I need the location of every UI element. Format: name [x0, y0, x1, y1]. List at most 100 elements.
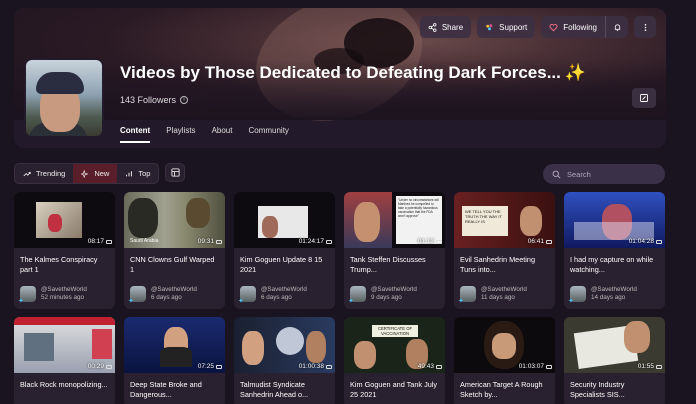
- video-age: 9 days ago: [371, 294, 402, 301]
- sparkle-icon: ✦: [568, 298, 574, 305]
- video-thumbnail[interactable]: 01:00:38: [234, 317, 335, 373]
- sparkle-icon: ✦: [238, 298, 244, 305]
- share-button[interactable]: Share: [419, 16, 472, 38]
- video-thumbnail[interactable]: 01:04:28: [564, 192, 665, 248]
- sort-top-button[interactable]: Top: [117, 164, 158, 183]
- followers-count: 143 Followers i: [120, 95, 189, 105]
- video-card[interactable]: WE TELL YOU THE TRUTH THE WAY IT REALLY …: [454, 192, 555, 309]
- video-card[interactable]: "Under no circumstances will Martinez be…: [344, 192, 445, 309]
- video-card[interactable]: 01:04:28 I had my capture on while watch…: [564, 192, 665, 309]
- trending-icon: [23, 171, 31, 176]
- video-title[interactable]: Black Rock monopolizing...: [20, 380, 110, 390]
- video-card[interactable]: 00:29 Black Rock monopolizing...: [14, 317, 115, 404]
- thumbnail-banner-text: WE TELL YOU THE TRUTH THE WAY IT REALLY …: [462, 206, 508, 236]
- sparkles-icon: ✨: [564, 63, 587, 82]
- video-duration: 00:29: [88, 363, 112, 370]
- video-thumbnail[interactable]: 08:17: [14, 192, 115, 248]
- video-thumbnail[interactable]: 01:55: [564, 317, 665, 373]
- following-group: Following: [541, 16, 628, 38]
- video-author[interactable]: @SavetheWorld: [151, 286, 197, 294]
- video-title[interactable]: The Kalmes Conspiracy part 1: [20, 255, 110, 275]
- video-title[interactable]: Kim Goguen and Tank July 25 2021: [350, 380, 440, 400]
- video-meta: ✦ @SavetheWorld 9 days ago: [348, 286, 417, 305]
- video-title[interactable]: I had my capture on while watching...: [570, 255, 660, 275]
- search-input[interactable]: [567, 169, 657, 179]
- video-age: 11 days ago: [481, 294, 515, 301]
- bell-icon: [614, 23, 620, 31]
- video-card[interactable]: Saudi Arabia 09:31 CNN Clowns Gulf Warpe…: [124, 192, 225, 309]
- more-vertical-icon: [644, 23, 646, 31]
- video-title[interactable]: Evil Sanhedrin Meeting Tuns into...: [460, 255, 550, 275]
- video-card[interactable]: CERTIFICATE OF VACCINATION 49:43 Kim Gog…: [344, 317, 445, 404]
- info-icon[interactable]: i: [180, 96, 189, 104]
- video-author[interactable]: @SavetheWorld: [371, 286, 417, 294]
- sparkle-icon: ✦: [458, 298, 464, 305]
- channel-avatar[interactable]: [24, 58, 104, 138]
- tab-about[interactable]: About: [212, 126, 233, 143]
- author-avatar[interactable]: ✦: [18, 286, 36, 305]
- video-thumbnail[interactable]: 01:24:17: [234, 192, 335, 248]
- video-card[interactable]: 08:17 The Kalmes Conspiracy part 1 ✦ @Sa…: [14, 192, 115, 309]
- video-title[interactable]: American Target A Rough Sketch by...: [460, 380, 550, 400]
- sort-filters: Trending New Top: [14, 163, 186, 184]
- tab-content[interactable]: Content: [120, 126, 151, 143]
- video-duration: 06:41: [528, 238, 552, 245]
- video-title[interactable]: CNN Clowns Gulf Warped 1: [130, 255, 220, 275]
- sort-new-button[interactable]: New: [73, 164, 118, 183]
- video-title[interactable]: Tank Steffen Discusses Trump...: [350, 255, 440, 275]
- video-card[interactable]: 01:24:17 Kim Goguen Update 8 15 2021 ✦ @…: [234, 192, 335, 309]
- video-duration: 49:43: [418, 363, 442, 370]
- video-thumbnail[interactable]: 00:29: [14, 317, 115, 373]
- support-button[interactable]: Support: [477, 16, 536, 38]
- video-thumbnail[interactable]: Saudi Arabia 09:31: [124, 192, 225, 248]
- author-avatar[interactable]: ✦: [568, 286, 586, 305]
- notifications-button[interactable]: [606, 16, 628, 38]
- author-avatar[interactable]: ✦: [348, 286, 366, 305]
- video-duration: 01:55: [638, 363, 662, 370]
- author-avatar[interactable]: ✦: [128, 286, 146, 305]
- channel-title: Videos by Those Dedicated to Defeating D…: [120, 63, 587, 82]
- thumbnail-quote: "Under no circumstances will Martinez be…: [396, 196, 442, 244]
- video-duration: 01:00:38: [299, 363, 332, 370]
- edit-banner-button[interactable]: [632, 88, 656, 108]
- video-meta: ✦ @SavetheWorld 11 days ago: [458, 286, 527, 305]
- video-duration: 01:12: [418, 238, 442, 245]
- video-author[interactable]: @SavetheWorld: [41, 286, 87, 294]
- tab-community[interactable]: Community: [248, 126, 288, 143]
- video-duration: 01:24:17: [299, 238, 332, 245]
- video-thumbnail[interactable]: WE TELL YOU THE TRUTH THE WAY IT REALLY …: [454, 192, 555, 248]
- layout-toggle-button[interactable]: [165, 163, 186, 182]
- video-thumbnail[interactable]: 01:03:07: [454, 317, 555, 373]
- video-meta: ✦ @SavetheWorld 6 days ago: [238, 286, 307, 305]
- video-thumbnail[interactable]: 07:25: [124, 317, 225, 373]
- layout-icon: [171, 168, 180, 177]
- heart-icon: [549, 23, 558, 31]
- video-title[interactable]: Kim Goguen Update 8 15 2021: [240, 255, 330, 275]
- video-author[interactable]: @SavetheWorld: [261, 286, 307, 294]
- video-duration: 08:17: [88, 238, 112, 245]
- edit-icon: [640, 94, 648, 102]
- sort-trending-button[interactable]: Trending: [15, 164, 73, 183]
- video-card[interactable]: 01:00:38 Talmudist Syndicate Sanhedrin A…: [234, 317, 335, 404]
- author-avatar[interactable]: ✦: [238, 286, 256, 305]
- video-age: 52 minutes ago: [41, 294, 85, 301]
- video-card[interactable]: 01:03:07 American Target A Rough Sketch …: [454, 317, 555, 404]
- video-duration: 07:25: [198, 363, 222, 370]
- video-thumbnail[interactable]: "Under no circumstances will Martinez be…: [344, 192, 445, 248]
- following-button[interactable]: Following: [541, 16, 605, 38]
- video-title[interactable]: Security Industry Specialists SIS...: [570, 380, 660, 400]
- more-options-button[interactable]: [634, 16, 656, 38]
- bar-chart-icon: [126, 170, 133, 176]
- sparkle-icon: ✦: [18, 298, 24, 305]
- video-thumbnail[interactable]: CERTIFICATE OF VACCINATION 49:43: [344, 317, 445, 373]
- video-title[interactable]: Deep State Broke and Dangerous...: [130, 380, 220, 400]
- author-avatar[interactable]: ✦: [458, 286, 476, 305]
- video-card[interactable]: 07:25 Deep State Broke and Dangerous...: [124, 317, 225, 404]
- video-meta: ✦ @SavetheWorld 52 minutes ago: [18, 286, 87, 305]
- video-author[interactable]: @SavetheWorld: [481, 286, 527, 294]
- video-author[interactable]: @SavetheWorld: [591, 286, 637, 294]
- video-card[interactable]: 01:55 Security Industry Specialists SIS.…: [564, 317, 665, 404]
- new-sparkle-icon: [81, 169, 89, 178]
- video-title[interactable]: Talmudist Syndicate Sanhedrin Ahead o...: [240, 380, 330, 400]
- tab-playlists[interactable]: Playlists: [166, 126, 195, 143]
